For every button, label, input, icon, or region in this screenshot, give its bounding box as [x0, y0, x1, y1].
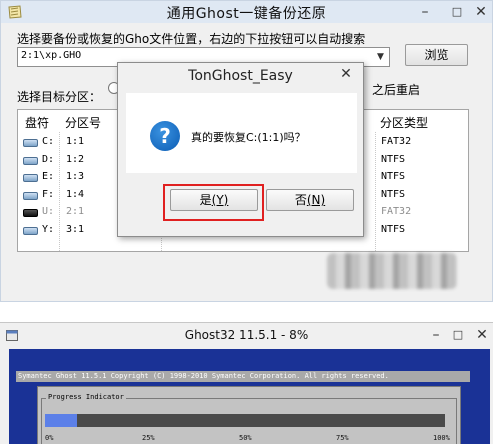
blurred-region [327, 253, 457, 289]
partition-number: 1:1 [66, 136, 85, 147]
question-icon: ? [150, 121, 180, 151]
ghost-copyright-banner: Symantec Ghost 11.5.1 Copyright (C) 1998… [16, 371, 470, 382]
close-button[interactable]: ✕ [471, 3, 491, 21]
restart-option-label: 之后重启 [372, 83, 421, 97]
progress-tick-label: 0% [45, 434, 54, 442]
drive-icon [23, 174, 38, 182]
header-drive: 盘符 [25, 116, 50, 130]
title-bar: 通用Ghost一键备份还原 – □ ✕ [1, 1, 492, 23]
yes-button-text: 是 [199, 193, 212, 207]
partition-type: FAT32 [381, 136, 412, 147]
drive-letter: Y: [42, 223, 55, 235]
drive-letter: D: [42, 153, 55, 165]
partition-number: 1:4 [66, 188, 85, 200]
ghost-close-button[interactable]: ✕ [472, 326, 492, 344]
browse-button[interactable]: 浏览 [405, 44, 468, 66]
partition-number: 1:2 [66, 153, 85, 165]
path-label: 选择要备份或恢复的Gho文件位置，右边的下拉按钮可以自动搜索 [17, 32, 366, 46]
drive-icon [23, 191, 38, 200]
progress-tick-label: 50% [239, 434, 252, 442]
progress-tick-label: 100% [433, 434, 450, 442]
partition-type: FAT32 [381, 206, 412, 217]
drive-icon [23, 156, 38, 165]
drive-icon [23, 139, 38, 147]
drive-letter: F: [42, 188, 55, 200]
partition-number: 2:1 [66, 206, 85, 217]
chevron-down-icon[interactable]: ▼ [372, 48, 389, 66]
yes-button[interactable]: 是(Y) [170, 189, 258, 211]
progress-track [45, 414, 445, 427]
partition-type: NTFS [381, 153, 406, 165]
header-type: 分区类型 [380, 116, 429, 130]
dialog-body: ? 真的要恢复C:(1:1)吗？ [126, 93, 357, 173]
drive-letter: E: [42, 171, 55, 182]
drive-icon [23, 209, 38, 217]
progress-tick-label: 75% [336, 434, 349, 442]
progress-indicator-label: Progress Indicator [46, 393, 126, 401]
partition-type: NTFS [381, 188, 406, 200]
ghost-window-title: Ghost32 11.5.1 - 8% [184, 328, 309, 342]
no-button[interactable]: 否(N) [266, 189, 354, 211]
gho-path-value: 2:1\xp.GHO [21, 50, 82, 61]
confirm-dialog: TonGhost_Easy ✕ ? 真的要恢复C:(1:1)吗？ 是(Y) 否(… [117, 62, 364, 237]
dialog-title: TonGhost_Easy [188, 68, 293, 84]
progress-fill [45, 414, 77, 427]
ghost-maximize-button[interactable]: □ [448, 326, 468, 344]
drive-letter: U: [42, 206, 55, 217]
no-button-text: 否 [294, 193, 307, 207]
no-button-key: (N) [306, 193, 326, 207]
target-partition-label: 选择目标分区： [17, 90, 102, 104]
drive-letter: C: [42, 136, 55, 147]
progress-tick-label: 25% [142, 434, 155, 442]
partition-number: 3:1 [66, 223, 85, 235]
partition-number: 1:3 [66, 171, 85, 182]
ghost-minimize-button[interactable]: – [426, 326, 446, 344]
partition-type: NTFS [381, 171, 406, 182]
minimize-button[interactable]: – [415, 3, 435, 21]
dialog-message: 真的要恢复C:(1:1)吗？ [191, 131, 306, 144]
header-partition: 分区号 [65, 116, 102, 130]
drive-icon [23, 226, 38, 235]
dialog-close-button[interactable]: ✕ [331, 65, 361, 85]
yes-button-key: (Y) [211, 193, 229, 207]
maximize-button[interactable]: □ [447, 3, 467, 21]
partition-type: NTFS [381, 223, 406, 235]
